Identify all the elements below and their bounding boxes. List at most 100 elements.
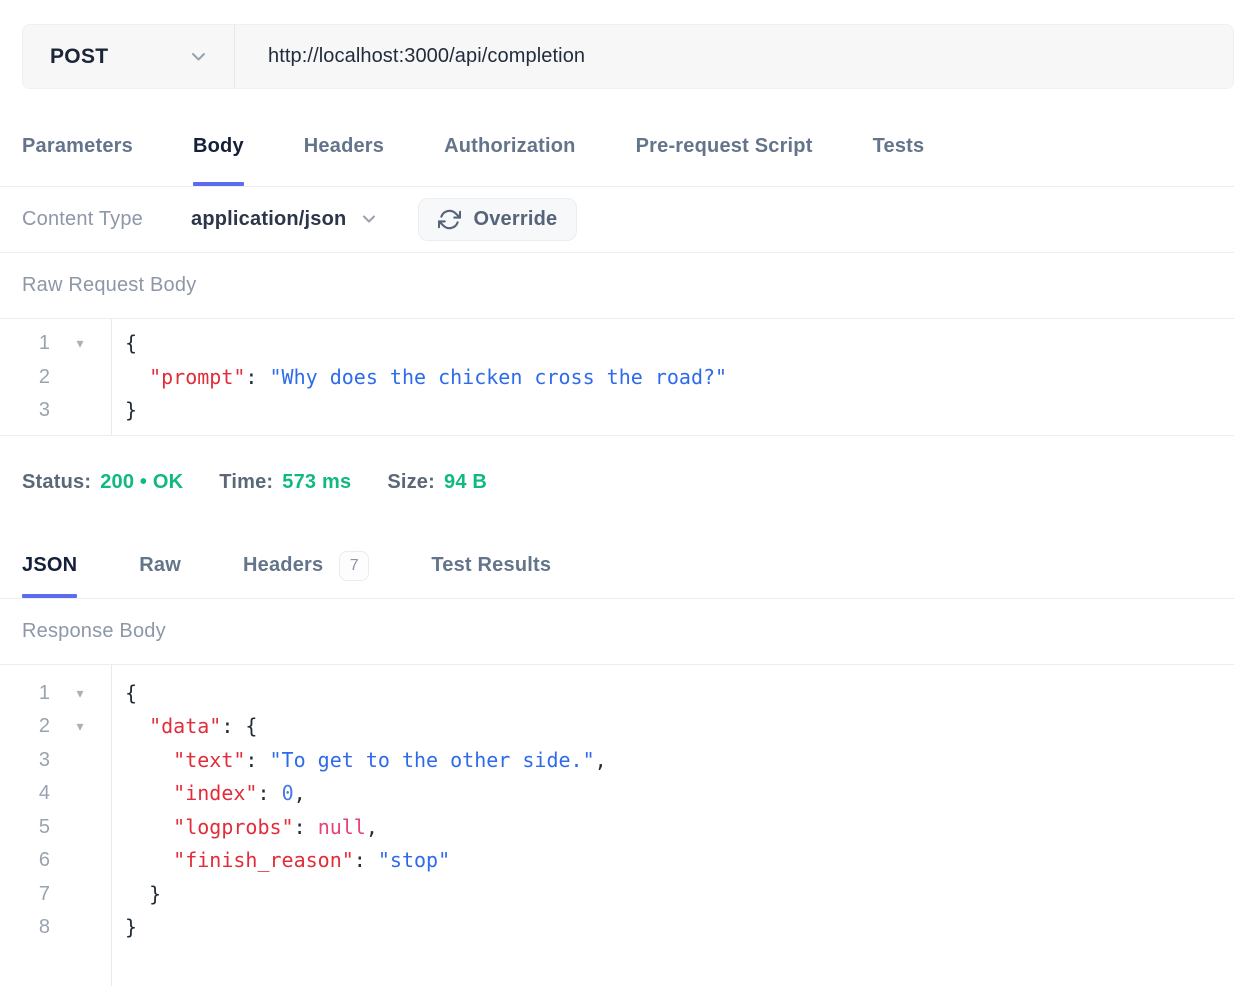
override-button[interactable]: Override: [418, 198, 577, 241]
fold-toggle-icon[interactable]: ▾: [50, 335, 110, 352]
request-url-bar: POST http://localhost:3000/api/completio…: [22, 24, 1234, 89]
code-token: 0: [282, 781, 294, 805]
tab-parameters[interactable]: Parameters: [22, 89, 133, 186]
response-body-editor[interactable]: 1 ▾ 2 ▾ 3 4 5 6 7 8: [0, 665, 1234, 986]
line-number: 2: [0, 715, 50, 738]
refresh-icon: [438, 208, 461, 231]
content-type-value: application/json: [191, 208, 346, 231]
gutter-row: 7: [0, 878, 111, 912]
tab-pre-request-script[interactable]: Pre-request Script: [636, 89, 813, 186]
code-token: ,: [366, 815, 378, 839]
response-editor-code: { "data": { "text": "To get to the other…: [112, 665, 1234, 986]
code-token: }: [125, 398, 137, 422]
fold-toggle-icon[interactable]: ▾: [50, 718, 110, 735]
code-line[interactable]: }: [125, 394, 1234, 428]
code-token: :: [257, 781, 281, 805]
gutter-row: 1 ▾: [0, 677, 111, 711]
content-type-label: Content Type: [22, 208, 143, 231]
code-token: [125, 748, 173, 772]
gutter-row: 8: [0, 911, 111, 945]
code-token: }: [125, 882, 161, 906]
size-value: 94 B: [444, 471, 487, 494]
line-number: 3: [0, 399, 50, 422]
gutter-row: 2 ▾: [0, 710, 111, 744]
request-tabs: Parameters Body Headers Authorization Pr…: [0, 89, 1234, 187]
code-line[interactable]: }: [125, 911, 1234, 945]
status-group: Status: 200 • OK: [22, 471, 183, 529]
code-token: "stop": [378, 848, 450, 872]
override-button-label: Override: [473, 208, 557, 231]
chevron-down-icon: [362, 215, 376, 224]
gutter-row: 4: [0, 777, 111, 811]
code-token: [125, 365, 149, 389]
method-selector[interactable]: POST: [23, 25, 235, 88]
tab-response-headers-label: Headers: [243, 554, 323, 577]
size-label: Size:: [387, 471, 435, 494]
code-line[interactable]: "index": 0,: [125, 777, 1234, 811]
tab-tests[interactable]: Tests: [873, 89, 925, 186]
line-number: 3: [0, 749, 50, 772]
code-token: "Why does the chicken cross the road?": [270, 365, 728, 389]
code-line[interactable]: "text": "To get to the other side.",: [125, 744, 1234, 778]
tab-headers[interactable]: Headers: [304, 89, 384, 186]
code-token: }: [125, 915, 137, 939]
api-client-app: POST http://localhost:3000/api/completio…: [0, 24, 1234, 986]
code-token: "index": [173, 781, 257, 805]
tab-raw[interactable]: Raw: [139, 529, 181, 598]
line-number: 6: [0, 849, 50, 872]
gutter-row: 1 ▾: [0, 327, 111, 361]
content-type-select[interactable]: application/json: [191, 208, 376, 231]
time-label: Time:: [219, 471, 273, 494]
content-type-row: Content Type application/json Override: [0, 187, 1234, 253]
response-status-bar: Status: 200 • OK Time: 573 ms Size: 94 B: [0, 436, 1234, 529]
size-group: Size: 94 B: [387, 471, 487, 529]
code-token: "finish_reason": [173, 848, 354, 872]
code-line[interactable]: {: [125, 677, 1234, 711]
code-token: {: [125, 331, 137, 355]
chevron-down-icon: [191, 52, 206, 62]
url-input[interactable]: http://localhost:3000/api/completion: [235, 25, 1233, 88]
code-line[interactable]: "prompt": "Why does the chicken cross th…: [125, 361, 1234, 395]
code-token: "To get to the other side.": [270, 748, 595, 772]
time-value: 573 ms: [282, 471, 351, 494]
code-line[interactable]: }: [125, 878, 1234, 912]
code-token: :: [294, 815, 318, 839]
response-tabs: JSON Raw Headers 7 Test Results: [0, 529, 1234, 599]
code-token: [125, 848, 173, 872]
tab-body[interactable]: Body: [193, 89, 244, 186]
code-token: null: [318, 815, 366, 839]
fold-toggle-icon[interactable]: ▾: [50, 685, 110, 702]
line-number: 7: [0, 883, 50, 906]
tab-authorization[interactable]: Authorization: [444, 89, 575, 186]
line-number: 8: [0, 916, 50, 939]
code-line[interactable]: "data": {: [125, 710, 1234, 744]
code-line[interactable]: "logprobs": null,: [125, 811, 1234, 845]
status-value: 200 • OK: [100, 471, 183, 494]
gutter-row: 6: [0, 844, 111, 878]
code-token: [125, 815, 173, 839]
code-token: ,: [595, 748, 607, 772]
request-body-editor[interactable]: 1 ▾ 2 3 { "prompt": "Why does the chicke…: [0, 319, 1234, 436]
request-editor-gutter: 1 ▾ 2 3: [0, 319, 112, 435]
code-token: {: [125, 681, 137, 705]
code-token: :: [245, 365, 269, 389]
tab-test-results[interactable]: Test Results: [431, 529, 551, 598]
code-line[interactable]: {: [125, 327, 1234, 361]
line-number: 1: [0, 682, 50, 705]
tab-response-headers[interactable]: Headers 7: [243, 529, 369, 598]
gutter-row: 5: [0, 811, 111, 845]
headers-count-badge: 7: [339, 551, 369, 581]
gutter-row: 2: [0, 361, 111, 395]
line-number: 4: [0, 782, 50, 805]
code-token: "logprobs": [173, 815, 293, 839]
code-token: : {: [221, 714, 257, 738]
line-number: 5: [0, 816, 50, 839]
request-body-title: Raw Request Body: [0, 253, 1234, 319]
code-token: "prompt": [149, 365, 245, 389]
code-line[interactable]: "finish_reason": "stop": [125, 844, 1234, 878]
code-token: ,: [294, 781, 306, 805]
request-editor-code: { "prompt": "Why does the chicken cross …: [112, 319, 1234, 435]
method-label: POST: [50, 45, 108, 69]
code-token: [125, 781, 173, 805]
tab-json[interactable]: JSON: [22, 529, 77, 598]
